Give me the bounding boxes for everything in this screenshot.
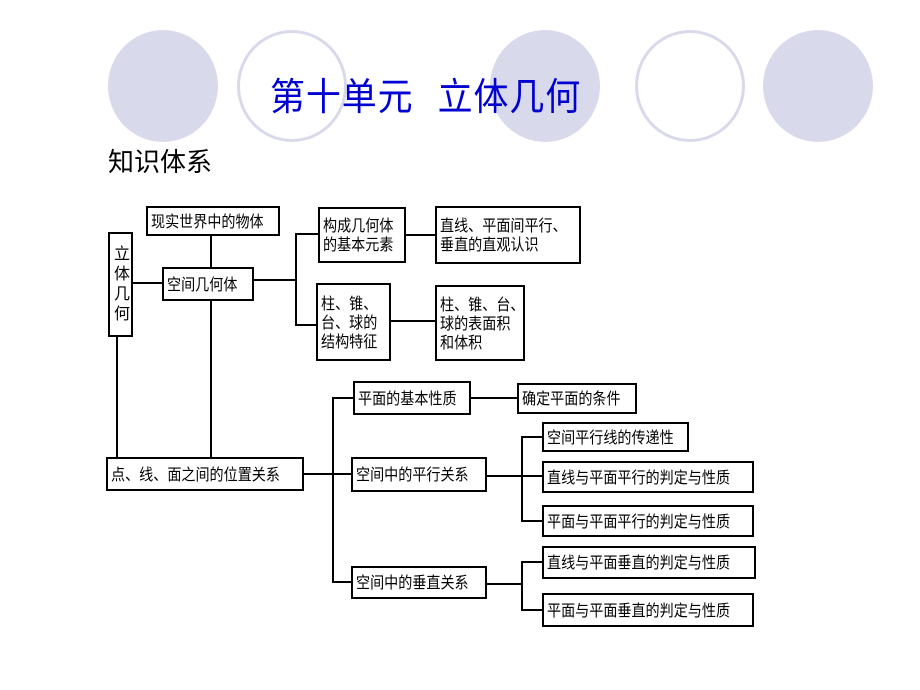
node-label: 平面与平面平行的判定与性质 xyxy=(547,511,731,531)
node-label: 直线、平面间平行、 垂直的直观认识 xyxy=(440,216,567,254)
node-line-plane-parallel: 直线与平面平行的判定与性质 xyxy=(542,461,754,493)
node-position-relations: 点、线、面之间的位置关系 xyxy=(106,457,304,491)
connector xyxy=(332,397,353,399)
node-label: 点、线、面之间的位置关系 xyxy=(111,464,280,484)
node-label: 立体几何 xyxy=(111,244,130,325)
connector xyxy=(295,233,297,326)
node-label: 柱、锥、 台、球的 结构特征 xyxy=(321,293,378,351)
node-label: 空间几何体 xyxy=(167,274,238,294)
node-label: 构成几何体 的基本元素 xyxy=(323,216,394,254)
node-label: 确定平面的条件 xyxy=(522,389,621,408)
connector xyxy=(304,473,351,475)
node-label: 直线与平面平行的判定与性质 xyxy=(547,467,731,487)
node-structure-features: 柱、锥、 台、球的 结构特征 xyxy=(316,283,391,361)
node-spatial-solids: 空间几何体 xyxy=(162,267,254,301)
node-root: 立体几何 xyxy=(108,232,133,337)
node-real-world-objects: 现实世界中的物体 xyxy=(146,206,280,236)
connector xyxy=(521,561,523,611)
page-title: 第十单元 立体几何 xyxy=(270,75,582,119)
section-heading: 知识体系 xyxy=(108,148,213,178)
node-label: 空间中的垂直关系 xyxy=(356,573,469,592)
connector xyxy=(487,475,542,477)
node-label: 平面与平面垂直的判定与性质 xyxy=(547,600,731,620)
connector xyxy=(521,436,542,438)
node-label: 直线与平面垂直的判定与性质 xyxy=(547,553,731,572)
decorative-circle-5 xyxy=(763,30,873,142)
connector xyxy=(405,234,435,236)
connector xyxy=(253,279,296,281)
decorative-circle-4 xyxy=(635,30,745,142)
node-area-volume: 柱、锥、台、 球的表面积 和体积 xyxy=(435,285,525,361)
connector xyxy=(210,300,212,457)
node-label: 空间中的平行关系 xyxy=(356,465,469,484)
node-plane-plane-parallel: 平面与平面平行的判定与性质 xyxy=(542,505,754,537)
node-parallel-transitivity: 空间平行线的传递性 xyxy=(542,422,689,452)
node-parallel-relations: 空间中的平行关系 xyxy=(351,457,487,492)
connector xyxy=(521,520,542,522)
connector xyxy=(471,397,517,399)
connector xyxy=(210,235,212,267)
connector xyxy=(332,397,334,583)
node-label: 现实世界中的物体 xyxy=(151,211,264,231)
decorative-circle-1 xyxy=(108,30,218,142)
node-basic-elements: 构成几何体 的基本元素 xyxy=(318,207,406,263)
connector xyxy=(487,583,522,585)
connector xyxy=(390,320,435,322)
connector xyxy=(521,436,523,522)
node-plane-basic-properties: 平面的基本性质 xyxy=(353,381,471,415)
node-intuitive-understanding: 直线、平面间平行、 垂直的直观认识 xyxy=(435,206,581,264)
connector xyxy=(295,233,318,235)
node-line-plane-perpendicular: 直线与平面垂直的判定与性质 xyxy=(542,546,756,579)
connector xyxy=(132,282,162,284)
connector xyxy=(332,581,351,583)
node-label: 空间平行线的传递性 xyxy=(547,427,674,447)
node-plane-plane-perpendicular: 平面与平面垂直的判定与性质 xyxy=(542,593,754,627)
node-plane-determination: 确定平面的条件 xyxy=(517,383,637,414)
connector xyxy=(521,561,542,563)
node-label: 柱、锥、台、 球的表面积 和体积 xyxy=(440,294,525,352)
connector xyxy=(295,324,316,326)
connector xyxy=(116,337,118,457)
connector xyxy=(521,609,542,611)
node-label: 平面的基本性质 xyxy=(358,388,457,408)
node-perpendicular-relations: 空间中的垂直关系 xyxy=(351,566,487,599)
